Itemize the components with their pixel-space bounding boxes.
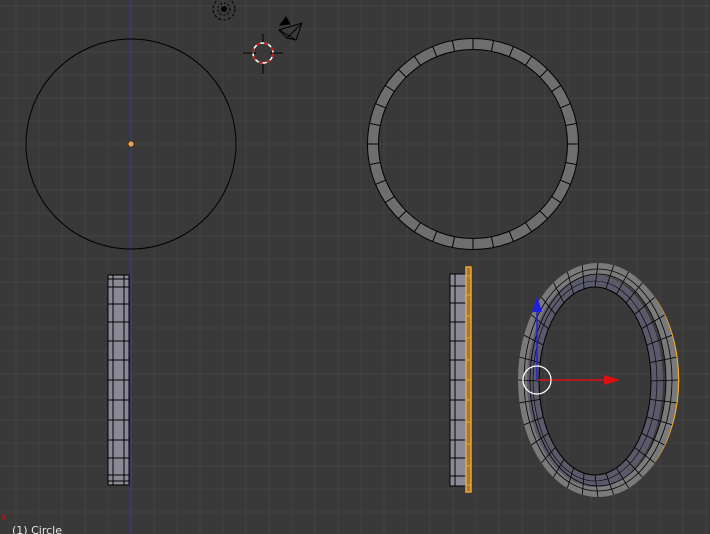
ring-side-view-middle[interactable] xyxy=(449,266,472,493)
object-info-label: (1) Circle xyxy=(12,524,62,534)
lamp-icon[interactable] xyxy=(212,0,236,80)
ring-side-view-left[interactable] xyxy=(107,274,130,486)
origin-icon xyxy=(127,140,135,148)
3d-cursor-icon[interactable] xyxy=(243,34,283,74)
viewport-canvas[interactable]: x xyxy=(0,0,710,534)
manipulator-icon[interactable] xyxy=(522,296,620,395)
3d-viewport[interactable]: x (1) Circle xyxy=(0,0,710,534)
axis-x-marker-icon: x xyxy=(1,512,7,523)
